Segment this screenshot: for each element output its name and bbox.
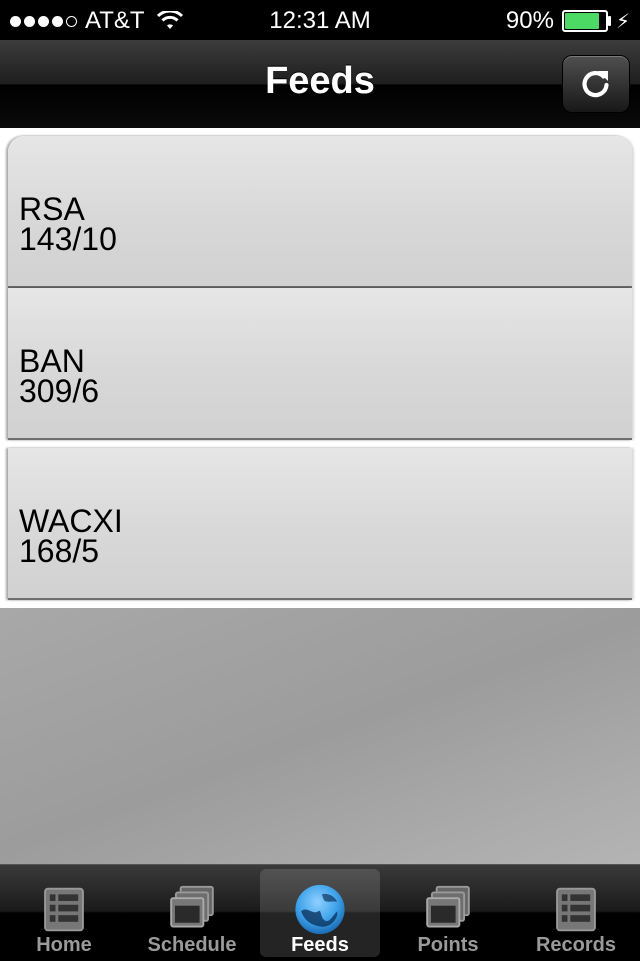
tab-schedule[interactable]: Schedule xyxy=(132,869,252,957)
tab-home[interactable]: Home xyxy=(4,869,124,957)
feed-item[interactable]: RSA 143/10 xyxy=(8,136,632,288)
empty-list-area xyxy=(0,608,640,864)
status-bar: AT&T 12:31 AM 90% ⚡ xyxy=(0,0,640,40)
tab-points[interactable]: Points xyxy=(388,869,508,957)
feed-score: 143/10 xyxy=(19,221,117,257)
tab-label: Home xyxy=(36,934,92,956)
feed-score: 168/5 xyxy=(19,533,100,569)
battery-level-fill xyxy=(564,13,599,29)
refresh-button[interactable] xyxy=(562,55,630,113)
globe-icon xyxy=(295,884,345,935)
tab-records[interactable]: Records xyxy=(516,869,636,957)
charging-icon: ⚡ xyxy=(615,10,630,33)
tab-bar: Home Schedule Feeds Points Records xyxy=(0,864,640,961)
tab-label: Points xyxy=(417,934,479,956)
tab-feeds[interactable]: Feeds xyxy=(260,869,380,957)
windows-icon xyxy=(426,885,470,928)
list-icon xyxy=(44,887,84,932)
tab-label: Feeds xyxy=(291,934,349,956)
status-right: 90% ⚡ xyxy=(506,7,630,35)
refresh-icon xyxy=(582,71,609,98)
windows-icon xyxy=(170,885,214,928)
feed-item[interactable]: BAN 309/6 xyxy=(8,288,632,440)
feed-list: RSA 143/10 BAN 309/6 WACXI 168/5 xyxy=(0,128,640,864)
page-title: Feeds xyxy=(265,60,375,102)
tab-label: Records xyxy=(535,934,617,956)
battery-icon xyxy=(561,10,612,32)
list-icon xyxy=(556,887,596,932)
navigation-bar: Feeds xyxy=(0,40,640,129)
tab-label: Schedule xyxy=(147,934,237,956)
battery-percent: 90% xyxy=(505,7,554,34)
feed-item[interactable]: WACXI 168/5 xyxy=(8,448,632,600)
feed-score: 309/6 xyxy=(19,373,100,409)
